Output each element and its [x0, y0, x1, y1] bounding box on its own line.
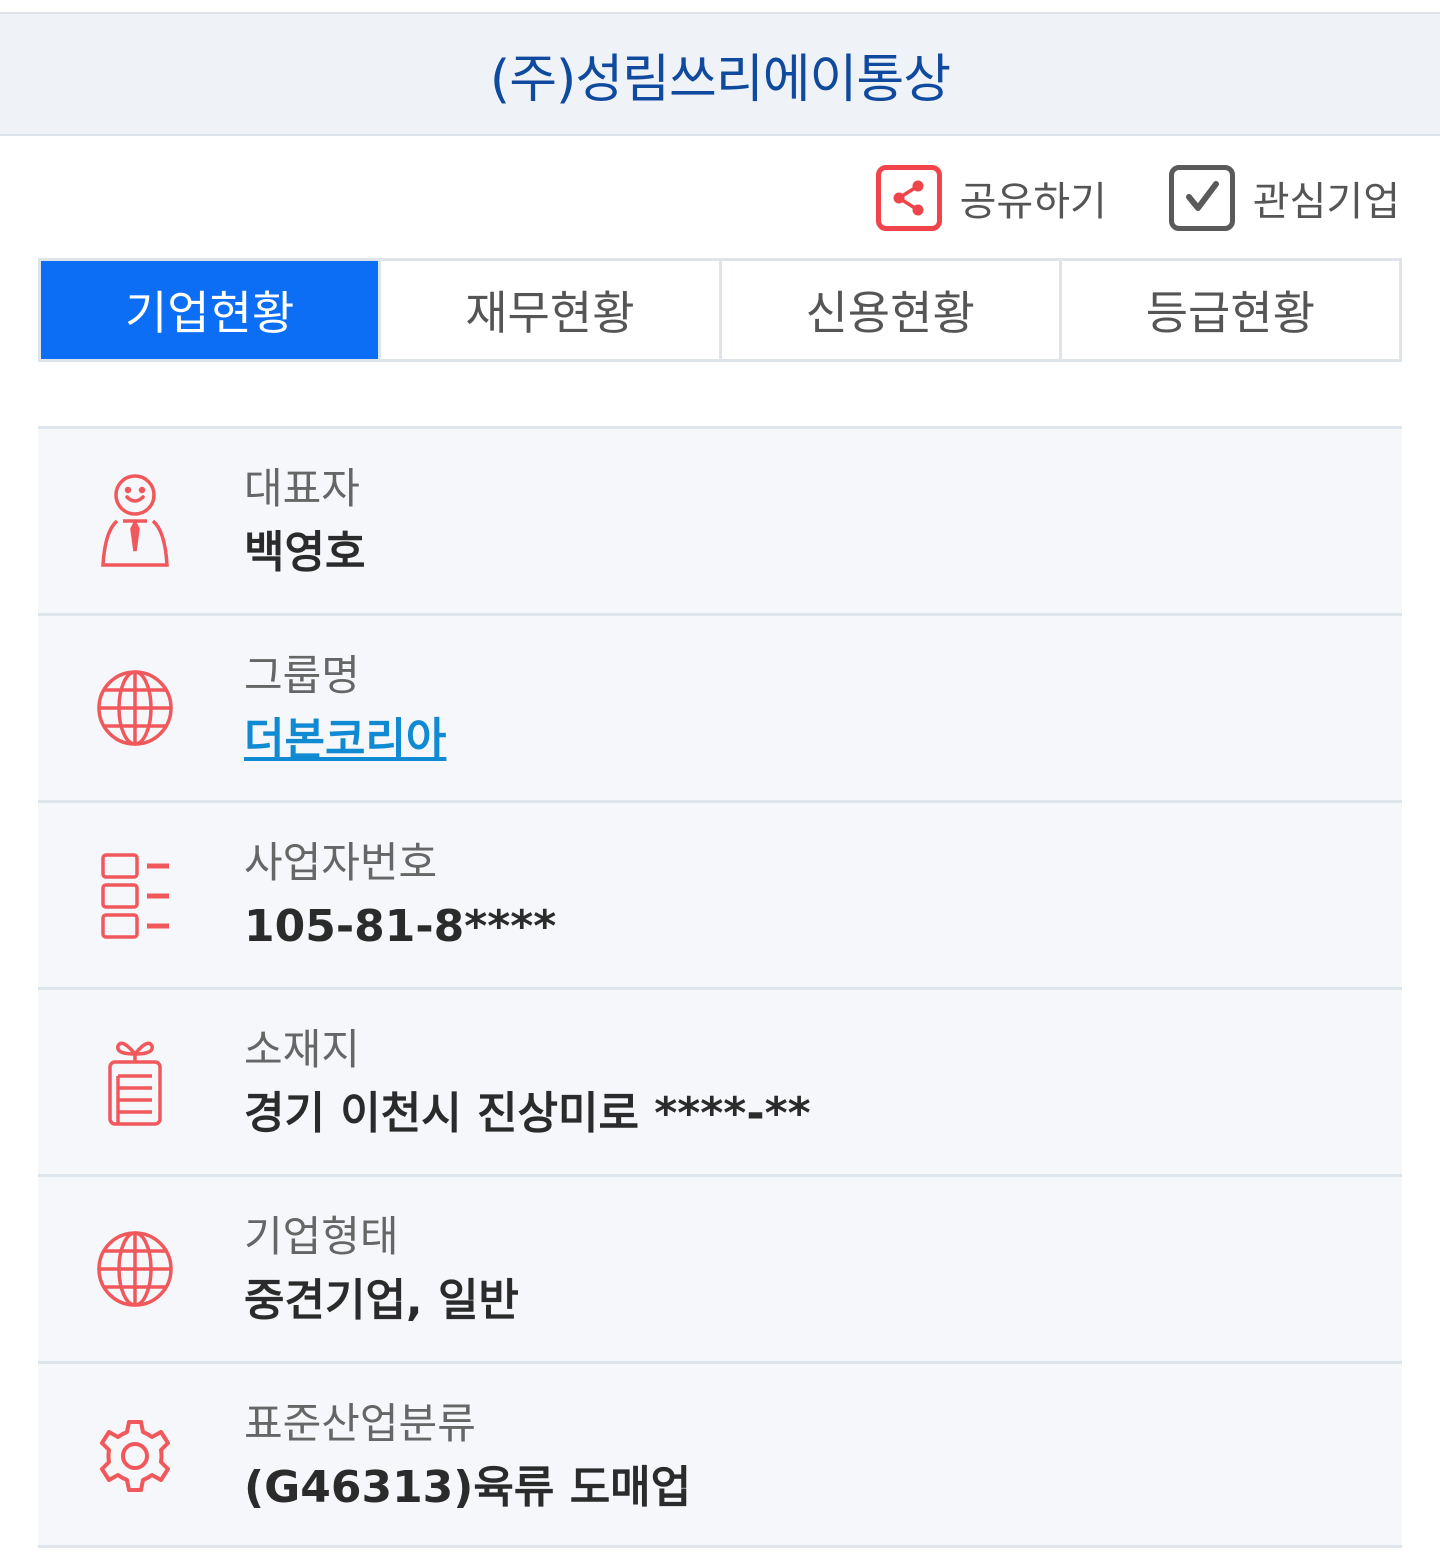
- list-item: 소재지 경기 이천시 진상미로 ****-**: [38, 987, 1402, 1174]
- top-strip: [0, 0, 1440, 12]
- list-item: 기업형태 중견기업, 일반: [38, 1174, 1402, 1361]
- tab-grade-status[interactable]: 등급현황: [1058, 261, 1399, 359]
- list-item: 대표자 백영호: [38, 426, 1402, 613]
- tab-credit-status[interactable]: 신용현황: [718, 261, 1059, 359]
- group-name-label: 그룹명: [244, 651, 360, 700]
- company-name: (주)성림쓰리에이통상: [489, 49, 951, 110]
- list-item: 사업자번호 105-81-8****: [38, 800, 1402, 987]
- representative-value: 백영호: [244, 527, 366, 578]
- share-button[interactable]: 공유하기: [875, 165, 1107, 231]
- gear-icon: [90, 1406, 180, 1506]
- person-tie-icon: [90, 471, 180, 571]
- address-label: 소재지: [244, 1025, 360, 1074]
- company-info-list: 대표자 백영호 그룹명 더본코리아 사업자번호 105-81-8**** 소재지…: [38, 426, 1402, 1548]
- list-item: 그룹명 더본코리아: [38, 613, 1402, 800]
- share-label: 공유하기: [959, 179, 1107, 225]
- checkbox-icon: [1168, 165, 1235, 231]
- building-icon: [90, 1032, 180, 1132]
- page-header: (주)성림쓰리에이통상: [0, 12, 1440, 136]
- tab-company-status[interactable]: 기업현황: [41, 261, 379, 359]
- business-number-value: 105-81-8****: [244, 901, 557, 952]
- favorite-company-button[interactable]: 관심기업: [1168, 165, 1400, 231]
- tab-bar: 기업현황 재무현황 신용현황 등급현황: [38, 258, 1402, 362]
- group-name-link[interactable]: 더본코리아: [244, 712, 446, 768]
- business-number-label: 사업자번호: [244, 838, 438, 887]
- address-value: 경기 이천시 진상미로 ****-**: [244, 1088, 811, 1139]
- company-type-value: 중견기업, 일반: [244, 1275, 519, 1326]
- company-type-label: 기업형태: [244, 1212, 399, 1261]
- globe-icon: [90, 1219, 180, 1319]
- list-icon: [90, 845, 180, 945]
- action-bar: 공유하기 관심기업: [875, 160, 1400, 236]
- list-item: 표준산업분류 (G46313)육류 도매업: [38, 1361, 1402, 1548]
- share-icon: [875, 165, 942, 231]
- industry-classification-value: (G46313)육류 도매업: [244, 1462, 692, 1513]
- representative-label: 대표자: [244, 464, 360, 513]
- tab-financial-status[interactable]: 재무현황: [378, 261, 719, 359]
- industry-classification-label: 표준산업분류: [244, 1399, 476, 1448]
- favorite-label: 관심기업: [1252, 179, 1400, 225]
- globe-icon: [90, 658, 180, 758]
